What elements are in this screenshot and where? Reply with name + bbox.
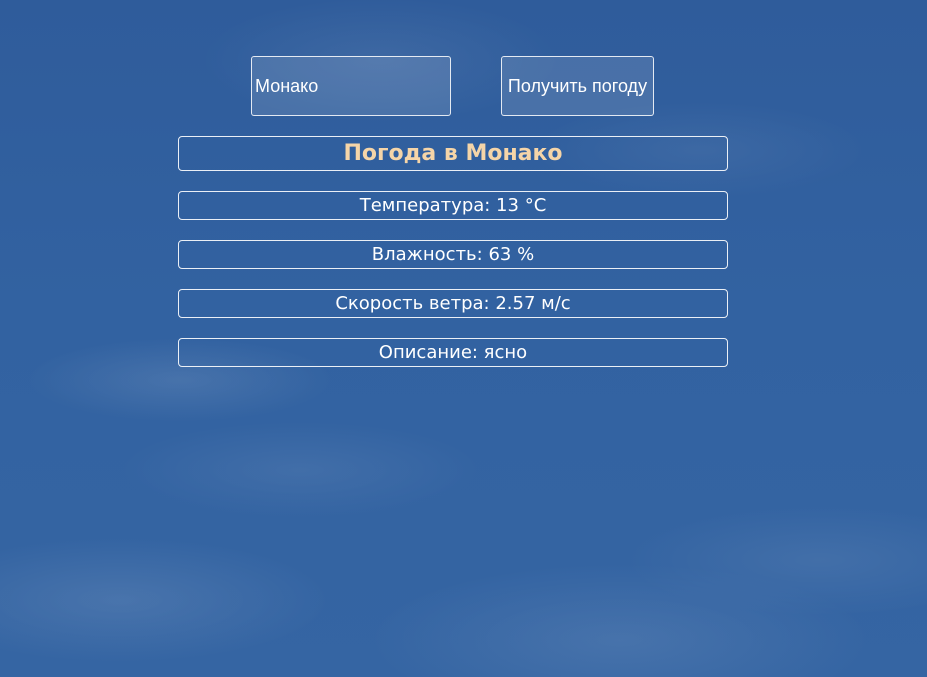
get-weather-button[interactable]: Получить погоду — [501, 56, 654, 116]
city-input[interactable] — [251, 56, 451, 116]
temperature-field: Температура: 13 °C — [178, 191, 728, 220]
description-field: Описание: ясно — [178, 338, 728, 367]
wind-speed-field: Скорость ветра: 2.57 м/с — [178, 289, 728, 318]
weather-title: Погода в Монако — [178, 136, 728, 171]
humidity-field: Влажность: 63 % — [178, 240, 728, 269]
